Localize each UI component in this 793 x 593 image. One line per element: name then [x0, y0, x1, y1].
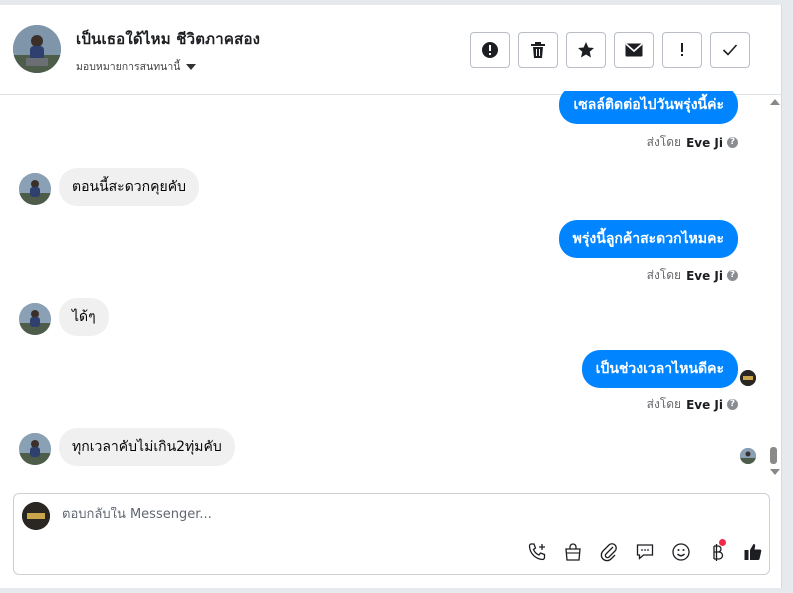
sender-avatar-small — [740, 370, 756, 386]
star-icon — [578, 42, 594, 58]
message-list: เซลล์ติดต่อไปวันพรุ่งนี้ค่ะ ส่งโดย Eve Ji… — [0, 91, 766, 483]
mail-icon — [625, 43, 643, 57]
window-frame: เป็นเธอใด้ไหม ชีวิตภาคสอง มอบหมายการสนทน… — [0, 0, 793, 593]
scroll-thumb[interactable] — [770, 447, 777, 464]
sent-by-info: ส่งโดย Eve Ji? — [647, 133, 738, 152]
checkmark-icon — [722, 44, 738, 56]
sent-by-info: ส่งโดย Eve Ji? — [647, 266, 738, 285]
seen-avatar — [740, 448, 756, 464]
contact-avatar-small[interactable] — [19, 433, 51, 465]
help-icon[interactable]: ? — [727, 399, 738, 410]
outgoing-message[interactable]: เป็นช่วงเวลาไหนดีคะ — [581, 350, 738, 388]
shop-button[interactable] — [555, 541, 591, 563]
conversation-panel: เป็นเธอใด้ไหม ชีวิตภาคสอง มอบหมายการสนทน… — [0, 5, 782, 588]
assign-conversation-dropdown[interactable]: มอบหมายการสนทนานี้ — [76, 58, 197, 75]
attach-button[interactable] — [591, 541, 627, 563]
smiley-icon — [672, 543, 690, 561]
thumbs-up-icon — [744, 544, 762, 560]
payment-button[interactable] — [699, 539, 735, 563]
incoming-message[interactable]: ได้ๆ — [59, 298, 109, 336]
scroll-down-arrow-icon[interactable] — [770, 469, 780, 475]
composer-toolbar — [519, 539, 771, 563]
help-icon[interactable]: ? — [727, 270, 738, 281]
message-scrollbar[interactable] — [766, 95, 782, 485]
comment-icon — [636, 544, 654, 560]
trash-icon — [531, 42, 545, 58]
assign-conversation-label: มอบหมายการสนทนานี้ — [76, 61, 181, 73]
contact-avatar-small[interactable] — [19, 303, 51, 335]
help-icon[interactable]: ? — [727, 137, 738, 148]
reply-input[interactable] — [62, 507, 662, 522]
page-avatar — [22, 502, 50, 530]
outgoing-message[interactable]: พรุ่งนี้ลูกค้าสะดวกไหมคะ — [558, 220, 738, 258]
mark-spam-button[interactable] — [470, 32, 510, 68]
mark-unread-button[interactable] — [614, 32, 654, 68]
notification-dot — [719, 539, 726, 546]
contact-avatar[interactable] — [13, 25, 61, 73]
saved-replies-button[interactable] — [627, 541, 663, 563]
delete-button[interactable] — [518, 32, 558, 68]
exclamation-icon — [681, 43, 683, 56]
star-button[interactable] — [566, 32, 606, 68]
alert-circle-icon — [482, 42, 498, 58]
follow-up-button[interactable] — [662, 32, 702, 68]
emoji-button[interactable] — [663, 541, 699, 563]
contact-avatar-small[interactable] — [19, 173, 51, 205]
mark-done-button[interactable] — [710, 32, 750, 68]
shopping-bag-icon — [565, 543, 581, 561]
reply-composer — [13, 493, 770, 575]
outgoing-message[interactable]: เซลล์ติดต่อไปวันพรุ่งนี้ค่ะ — [559, 91, 738, 124]
scroll-up-arrow-icon[interactable] — [770, 99, 780, 105]
header-actions — [470, 32, 758, 68]
caret-down-icon — [186, 63, 197, 70]
incoming-message[interactable]: ทุกเวลาคับไม่เกิน2ทุ่มคับ — [59, 428, 235, 466]
sent-by-info: ส่งโดย Eve Ji? — [647, 395, 738, 414]
call-button[interactable] — [519, 541, 555, 563]
conversation-title: เป็นเธอใด้ไหม ชีวิตภาคสอง — [76, 30, 261, 48]
incoming-message[interactable]: ตอนนี้สะดวกคุยคับ — [59, 168, 199, 206]
conversation-header: เป็นเธอใด้ไหม ชีวิตภาคสอง มอบหมายการสนทน… — [0, 5, 782, 95]
like-button[interactable] — [735, 541, 771, 563]
call-add-icon — [528, 543, 546, 561]
paperclip-icon — [600, 543, 617, 562]
